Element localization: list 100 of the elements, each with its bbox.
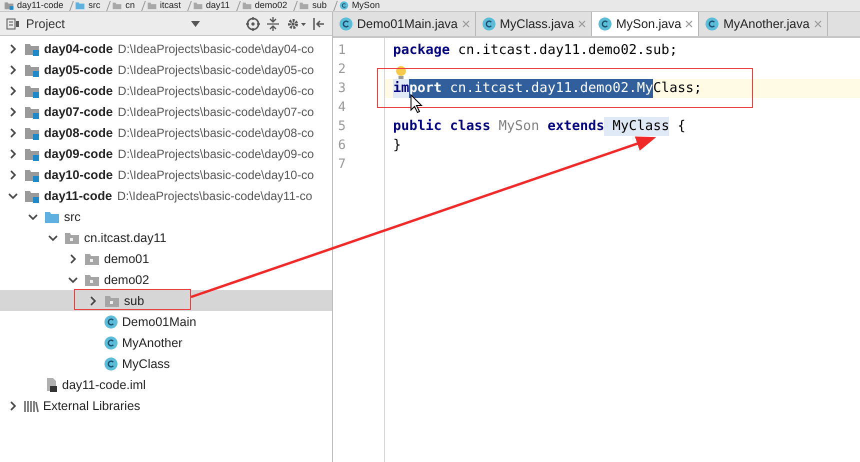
class-icon (338, 1, 349, 10)
tree-item-label: External Libraries (43, 398, 140, 412)
mouse-pointer-icon (410, 94, 423, 114)
line-number: 5 (337, 118, 347, 136)
tree-item-label: day07-code (44, 104, 113, 118)
module-path: D:\IdeaProjects\basic-code\day07-co (118, 104, 314, 118)
folder-icon (242, 1, 252, 10)
line-number: 7 (337, 156, 347, 174)
breadcrumb-item[interactable]: cn (125, 0, 135, 11)
tree-item-label: MyAnother (122, 336, 182, 350)
tree-row[interactable]: day10-code D:\IdeaProjects\basic-code\day10-co (0, 164, 332, 185)
module-folder-icon (24, 146, 40, 160)
tree-row[interactable]: sub (0, 290, 332, 311)
line-number: 2 (337, 61, 347, 79)
file-icon (44, 377, 58, 392)
tree-item-label: demo01 (104, 252, 150, 266)
tree-row[interactable]: MyAnother (0, 332, 332, 353)
module-folder-icon (24, 84, 40, 98)
tree-item-label: day05-code (44, 62, 113, 76)
code-token: Class; (653, 79, 702, 98)
code-token: cn.itcast.day11.demo02.My (442, 79, 654, 98)
folder-icon (112, 1, 122, 10)
tree-row[interactable]: demo01 (0, 248, 332, 269)
tree-item-label: src (64, 210, 81, 224)
module-folder-icon (24, 188, 40, 202)
tree-row[interactable]: day05-code D:\IdeaProjects\basic-code\day05-co (0, 59, 332, 80)
folder-icon (192, 1, 203, 10)
tree-row[interactable]: demo02 (0, 269, 332, 290)
breadcrumb-item[interactable]: day11 (206, 0, 230, 11)
tree-item-label: cn.itcast.day11 (84, 230, 166, 244)
module-folder-icon (24, 126, 40, 140)
module-path: D:\IdeaProjects\basic-code\day04-co (118, 42, 314, 56)
code-token: port (409, 79, 442, 98)
tree-item-label: day09-code (44, 146, 113, 160)
code-token: public class (393, 117, 491, 136)
tree-row[interactable]: day04-code D:\IdeaProjects\basic-code\day04-co (0, 38, 332, 59)
close-icon (578, 20, 586, 28)
close-icon (462, 20, 470, 28)
code-token: MySon (498, 117, 540, 136)
tree-row[interactable]: day11-code.iml (0, 374, 332, 395)
module-folder-icon (24, 168, 40, 182)
tree-item-label: demo02 (104, 272, 150, 286)
tree-item-label: MyClass (122, 356, 170, 370)
tree-row[interactable]: day08-code D:\IdeaProjects\basic-code\day08-co (0, 122, 332, 143)
locate-target-icon (246, 16, 260, 30)
close-icon (814, 20, 822, 28)
tree-row[interactable]: day09-code D:\IdeaProjects\basic-code\day09-co (0, 143, 332, 164)
tree-item-label: day11-code.iml (62, 378, 146, 392)
folder-icon (299, 1, 310, 10)
breadcrumb-item[interactable]: day11-code (17, 0, 64, 11)
project-view-icon (6, 18, 20, 30)
tree-row[interactable]: Demo01Main (0, 311, 332, 332)
folder-icon (146, 1, 157, 10)
code-token: package (393, 41, 450, 60)
package-folder-icon (64, 230, 80, 244)
module-path: D:\IdeaProjects\basic-code\day09-co (118, 146, 314, 160)
module-folder-icon (24, 42, 40, 56)
module-folder-icon (24, 104, 40, 118)
tree-row[interactable]: External Libraries (0, 395, 332, 416)
code-token: im (393, 79, 410, 98)
line-number: 6 (337, 137, 347, 155)
module-folder-icon (24, 62, 40, 76)
class-icon (598, 17, 612, 31)
tree-row[interactable]: cn.itcast.day11 (0, 227, 332, 248)
breadcrumb-item[interactable]: demo02 (254, 0, 288, 11)
hide-panel-icon (312, 16, 326, 30)
line-number: 4 (337, 99, 347, 117)
code-token: { (676, 117, 686, 136)
close-icon (685, 20, 694, 28)
class-icon (705, 17, 720, 31)
breadcrumb-item[interactable]: MySon (352, 0, 380, 11)
code-token: } (393, 136, 402, 155)
breadcrumb-item[interactable]: src (88, 0, 100, 11)
tree-item-label: day04-code (44, 42, 113, 56)
collapse-all-icon (266, 16, 280, 30)
panel-title: Project (26, 16, 65, 30)
package-folder-icon (84, 272, 100, 286)
module-folder-icon (4, 1, 14, 10)
module-path: D:\IdeaProjects\basic-code\day06-co (118, 84, 314, 98)
tree-row[interactable]: MyClass (0, 353, 332, 374)
tree-row[interactable]: day07-code D:\IdeaProjects\basic-code\day07-co (0, 101, 332, 122)
tree-item-label: sub (124, 294, 144, 308)
breadcrumb-item[interactable]: sub (312, 0, 327, 11)
source-folder-icon (75, 1, 86, 10)
tree-item-label: day11-code (44, 188, 112, 202)
editor-tab[interactable]: MySon.java (592, 12, 700, 36)
tree-row[interactable]: day11-code D:\IdeaProjects\basic-code\day11-co (0, 185, 332, 206)
class-icon (104, 336, 118, 350)
module-path: D:\IdeaProjects\basic-code\day11-co (117, 188, 312, 202)
class-icon (339, 17, 353, 31)
code-token: cn.itcast.day11.demo02.sub; (457, 41, 678, 60)
tree-row[interactable]: src (0, 206, 332, 227)
tree-item-label: day08-code (44, 126, 113, 140)
module-path: D:\IdeaProjects\basic-code\day05-co (118, 62, 314, 76)
tree-row[interactable]: day06-code D:\IdeaProjects\basic-code\day06-co (0, 80, 332, 101)
module-path: D:\IdeaProjects\basic-code\day10-co (118, 168, 314, 182)
tree-item-label: Demo01Main (122, 314, 196, 328)
dropdown-caret-icon (191, 20, 200, 26)
code-token: MyClass (604, 117, 670, 136)
breadcrumb-item[interactable]: itcast (160, 0, 181, 11)
